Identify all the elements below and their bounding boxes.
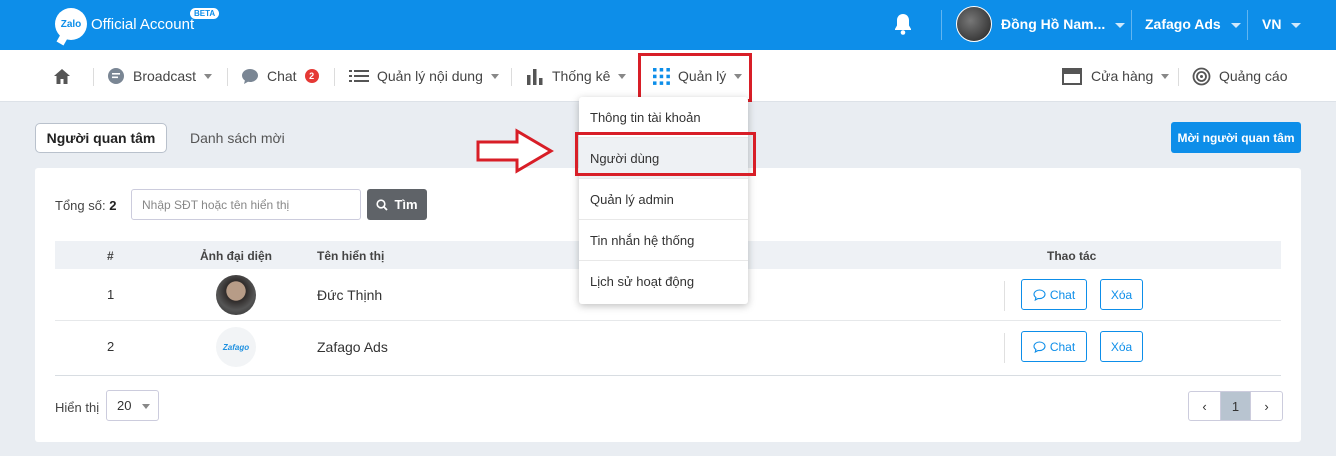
row-index: 2	[107, 339, 115, 354]
zalo-logo[interactable]: Zalo Official Account BETA	[55, 8, 220, 40]
store-icon	[1062, 68, 1082, 85]
chevron-down-icon	[490, 73, 499, 79]
logo-text: Official Account	[91, 15, 195, 33]
bell-icon[interactable]	[892, 12, 914, 36]
user-name: Đồng Hồ Nam...	[1001, 16, 1106, 32]
nav-chat[interactable]: Chat 2	[241, 50, 319, 102]
delete-button[interactable]: Xóa	[1100, 331, 1143, 362]
col-avatar: Ảnh đại diện	[200, 249, 272, 263]
chevron-down-icon	[1291, 22, 1302, 28]
total-label: Tổng số:	[55, 198, 106, 213]
menu-item-system-messages[interactable]: Tin nhắn hệ thống	[579, 220, 748, 261]
total-count: Tổng số: 2	[55, 198, 116, 213]
tab-invite-list[interactable]: Danh sách mời	[190, 130, 285, 146]
chat-bubble-icon	[1033, 288, 1046, 301]
broadcast-icon	[108, 68, 124, 84]
search-input[interactable]	[131, 189, 361, 220]
language-code: VN	[1262, 16, 1282, 32]
search-icon	[376, 198, 389, 211]
chevron-down-icon	[618, 73, 627, 79]
topbar-divider	[941, 10, 942, 40]
col-display-name: Tên hiển thị	[317, 249, 385, 263]
search-button-label: Tìm	[394, 197, 418, 212]
table-footer-divider	[55, 375, 1281, 376]
nav-divider	[511, 68, 512, 86]
page-size-label: Hiển thị	[55, 400, 100, 415]
nav-store[interactable]: Cửa hàng	[1061, 50, 1170, 102]
nav-divider	[93, 68, 94, 86]
nav-divider	[227, 68, 228, 86]
chat-button[interactable]: Chat	[1021, 279, 1087, 310]
account-name: Zafago Ads	[1145, 16, 1221, 32]
unread-badge: 2	[304, 69, 319, 83]
nav-home[interactable]	[53, 50, 71, 102]
bar-chart-icon	[527, 69, 543, 85]
col-index: #	[107, 249, 114, 263]
page-number[interactable]: 1	[1220, 392, 1251, 420]
nav-stats-label: Thống kê	[552, 68, 611, 84]
delete-button[interactable]: Xóa	[1100, 279, 1143, 310]
row-name: Zafago Ads	[317, 339, 388, 355]
invite-followers-button[interactable]: Mời người quan tâm	[1171, 122, 1301, 153]
arrow-right-icon	[476, 128, 554, 174]
table-row: 2 Zafago Zafago Ads Chat Xóa	[55, 321, 1281, 373]
nav-ads[interactable]: Quảng cáo	[1192, 50, 1288, 102]
pagination: ‹ 1 ›	[1188, 391, 1283, 421]
nav-stats[interactable]: Thống kê	[526, 50, 627, 102]
nav-content[interactable]: Quản lý nội dung	[349, 50, 499, 102]
prev-page-button[interactable]: ‹	[1189, 392, 1220, 420]
next-page-button[interactable]: ›	[1251, 392, 1282, 420]
chat-bubble-icon	[242, 68, 258, 84]
menu-item-admin[interactable]: Quản lý admin	[579, 179, 748, 220]
menu-item-activity-history[interactable]: Lịch sử hoạt động	[579, 261, 748, 302]
account-menu[interactable]: Zafago Ads	[1145, 16, 1241, 32]
list-icon	[349, 70, 369, 82]
action-divider	[1004, 281, 1005, 311]
highlight-box-users	[575, 132, 756, 176]
chevron-down-icon	[204, 73, 213, 79]
language-menu[interactable]: VN	[1262, 16, 1302, 32]
nav-broadcast[interactable]: Broadcast	[107, 50, 213, 102]
user-menu[interactable]: Đồng Hồ Nam...	[1001, 16, 1126, 32]
nav-divider	[334, 68, 335, 86]
target-icon	[1192, 67, 1211, 85]
topbar-divider	[1131, 10, 1132, 40]
row-name: Đức Thịnh	[317, 287, 383, 303]
search-button[interactable]: Tìm	[367, 189, 427, 220]
chevron-down-icon	[142, 404, 150, 409]
chat-button-label: Chat	[1049, 339, 1076, 354]
topbar-divider	[1247, 10, 1248, 40]
action-divider	[1004, 333, 1005, 363]
nav-chat-label: Chat	[267, 68, 297, 84]
nav-store-label: Cửa hàng	[1091, 68, 1154, 84]
nav-divider	[1178, 68, 1179, 86]
page-size-select[interactable]: 20	[106, 390, 159, 421]
chat-bubble-icon	[1033, 340, 1046, 353]
page-size-value: 20	[117, 398, 132, 413]
top-bar: Zalo Official Account BETA Đồng Hồ Nam..…	[0, 0, 1336, 50]
manage-dropdown-menu: Thông tin tài khoản Người dùng Quản lý a…	[579, 97, 748, 304]
avatar	[216, 275, 256, 315]
avatar: Zafago	[216, 327, 256, 367]
chevron-down-icon	[1161, 73, 1170, 79]
beta-badge: BETA	[190, 8, 220, 19]
zalo-logo-icon: Zalo	[55, 8, 87, 40]
highlight-box-manage	[638, 53, 752, 102]
user-avatar[interactable]	[956, 6, 992, 42]
chat-button[interactable]: Chat	[1021, 331, 1087, 362]
row-index: 1	[107, 287, 115, 302]
avatar-logo-text: Zafago	[222, 342, 250, 352]
tab-followers[interactable]: Người quan tâm	[35, 123, 167, 153]
nav-broadcast-label: Broadcast	[133, 68, 197, 84]
chevron-down-icon	[1230, 22, 1241, 28]
chevron-down-icon	[1115, 22, 1126, 28]
nav-ads-label: Quảng cáo	[1219, 68, 1288, 84]
col-actions: Thao tác	[1047, 249, 1097, 263]
total-value: 2	[109, 198, 117, 213]
home-icon	[54, 68, 70, 84]
chat-button-label: Chat	[1049, 287, 1076, 302]
nav-content-label: Quản lý nội dung	[377, 68, 483, 84]
